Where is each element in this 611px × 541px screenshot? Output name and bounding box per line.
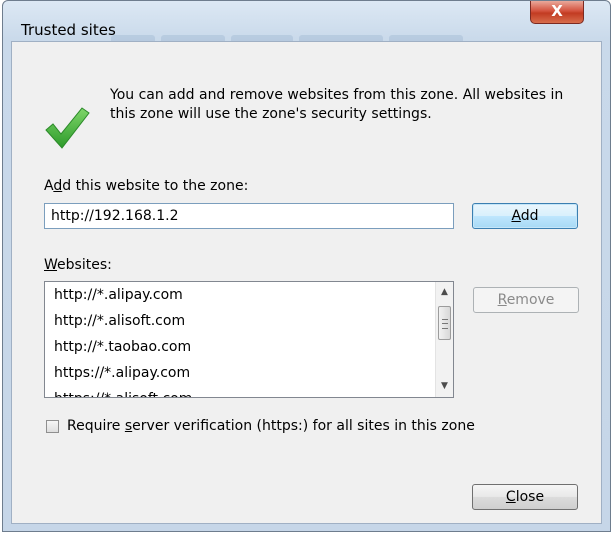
close-button[interactable]: Close	[472, 484, 578, 510]
down-arrow-icon[interactable]: ▼	[436, 378, 453, 395]
window-close-button[interactable]: X	[530, 1, 584, 24]
remove-button[interactable]: Remove	[473, 287, 579, 313]
close-icon: X	[551, 2, 563, 20]
up-arrow-icon[interactable]: ▲	[436, 284, 453, 301]
list-item[interactable]: https://*.alipay.com	[45, 360, 437, 386]
list-scrollbar[interactable]: ▲ ▼	[435, 282, 453, 397]
add-website-label: Add this website to the zone:	[44, 178, 249, 194]
dialog-body: You can add and remove websites from thi…	[11, 41, 602, 524]
green-checkmark-icon	[45, 107, 90, 149]
trusted-sites-window: Trusted sites X You can add and remove w…	[0, 0, 611, 541]
list-item[interactable]: http://*.taobao.com	[45, 334, 437, 360]
window-title: Trusted sites	[21, 21, 116, 39]
require-https-label[interactable]: Require server verification (https:) for…	[67, 418, 475, 434]
grip-icon	[442, 319, 448, 329]
website-url-input[interactable]	[44, 203, 454, 229]
list-item[interactable]: https://*.alisoft.com	[45, 386, 437, 397]
require-https-checkbox[interactable]	[46, 420, 59, 433]
websites-list[interactable]: http://*.alipay.com http://*.alisoft.com…	[44, 281, 454, 398]
list-item[interactable]: http://*.alipay.com	[45, 282, 437, 308]
websites-list-items: http://*.alipay.com http://*.alisoft.com…	[45, 282, 437, 397]
title-bar[interactable]: Trusted sites X	[3, 1, 610, 47]
add-button[interactable]: Add	[472, 203, 578, 229]
websites-label: Websites:	[44, 257, 112, 273]
list-item[interactable]: http://*.alisoft.com	[45, 308, 437, 334]
scrollbar-thumb[interactable]	[438, 306, 451, 340]
zone-info-text: You can add and remove websites from thi…	[110, 87, 564, 122]
window-frame: Trusted sites X You can add and remove w…	[2, 0, 611, 532]
